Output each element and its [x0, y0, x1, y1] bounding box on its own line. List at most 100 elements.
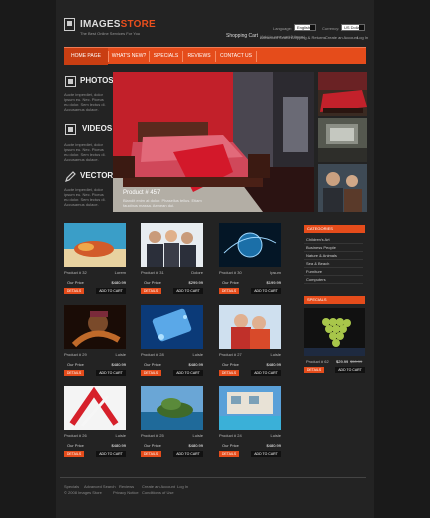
price-value: $480.99	[188, 443, 203, 448]
details-button[interactable]: DETAILS	[219, 451, 239, 457]
details-button[interactable]: DETAILS	[219, 288, 239, 294]
product-id[interactable]: Product # 31	[141, 270, 164, 275]
nav-home[interactable]: HOME PAGE	[64, 48, 108, 65]
thumbnail-bedroom[interactable]	[318, 72, 367, 116]
hero-product-title[interactable]: Product # 457	[123, 190, 160, 196]
footer-link-login[interactable]: Log In	[177, 484, 188, 489]
specials-product-id[interactable]: Product # 62	[306, 359, 329, 364]
details-button[interactable]: DETAILS	[64, 451, 84, 457]
product-image[interactable]	[141, 223, 203, 267]
logo-icon[interactable]	[64, 18, 75, 31]
add-to-cart-button[interactable]: ADD TO CART	[251, 451, 281, 457]
privacy-link[interactable]: Privacy Notice	[113, 490, 139, 495]
sidebar-text-videos: Aucte imperdiet, dolor ipsum eu. Nec. Pi…	[64, 142, 106, 162]
product-id[interactable]: Product # 29	[64, 352, 87, 357]
details-button[interactable]: DETAILS	[141, 370, 161, 376]
details-button[interactable]: DETAILS	[141, 451, 161, 457]
details-button[interactable]: DETAILS	[141, 288, 161, 294]
add-to-cart-button[interactable]: ADD TO CART	[251, 288, 281, 294]
cart-title[interactable]: Shopping Cart	[226, 33, 258, 39]
product-id[interactable]: Product # 25	[141, 433, 164, 438]
product-image[interactable]	[141, 386, 203, 430]
sidebar-title-photos[interactable]: PHOTOS	[80, 76, 114, 85]
thumbnail-office[interactable]	[318, 118, 367, 162]
footer-divider	[60, 477, 366, 478]
specials-add-to-cart-button[interactable]: ADD TO CART	[335, 367, 365, 373]
currency-select[interactable]: US Dollar	[341, 24, 365, 31]
product-image[interactable]	[64, 305, 126, 349]
language-select[interactable]: English	[294, 24, 316, 31]
advanced-search-link[interactable]: Advanced Search	[260, 35, 292, 40]
footer-link-create-account[interactable]: Create an Account	[142, 484, 175, 489]
page: IMAGESSTORE The Best Online Services For…	[0, 0, 430, 518]
product-id[interactable]: Product # 30	[219, 270, 242, 275]
add-to-cart-button[interactable]: ADD TO CART	[173, 288, 203, 294]
price-value: $480.99	[111, 362, 126, 367]
details-button[interactable]: DETAILS	[219, 370, 239, 376]
video-icon[interactable]	[65, 124, 76, 135]
category-item[interactable]: Business People	[304, 244, 363, 252]
add-to-cart-button[interactable]: ADD TO CART	[251, 370, 281, 376]
product-image[interactable]	[64, 223, 126, 267]
details-button[interactable]: DETAILS	[64, 370, 84, 376]
price-label: Our Price	[67, 280, 84, 285]
product-image[interactable]	[141, 305, 203, 349]
language-label: Language:	[273, 26, 292, 31]
category-list: Children's Art Business People Nature & …	[304, 236, 363, 284]
login-link[interactable]: Log In	[357, 35, 368, 40]
footer-link-advanced-search[interactable]: Advanced Search	[84, 484, 116, 489]
sidebar-title-vector[interactable]: VECTOR	[80, 171, 113, 180]
hero-banner[interactable]: Product # 457 Blandit enim at dolor. Pha…	[113, 72, 314, 212]
add-to-cart-button[interactable]: ADD TO CART	[96, 451, 126, 457]
product-image[interactable]	[219, 223, 281, 267]
sidebar-title-videos[interactable]: VIDEOS	[82, 124, 112, 133]
price-label: Our Price	[144, 280, 161, 285]
photo-icon[interactable]	[65, 76, 76, 87]
price-value: $480.99	[266, 443, 281, 448]
product-label: Lorem	[114, 270, 126, 275]
create-account-link[interactable]: Create an Account	[325, 35, 358, 40]
shipping-link[interactable]: Shipping & Returns	[291, 35, 325, 40]
product-id[interactable]: Product # 26	[64, 433, 87, 438]
product-image[interactable]	[219, 386, 281, 430]
pen-icon[interactable]	[64, 170, 76, 182]
product-label: Dolore	[191, 270, 203, 275]
specials-image[interactable]	[304, 308, 365, 356]
currency-label: Currency:	[322, 26, 340, 31]
product-image[interactable]	[64, 386, 126, 430]
add-to-cart-button[interactable]: ADD TO CART	[173, 370, 203, 376]
nav-contact[interactable]: CONTACT US	[216, 48, 256, 65]
category-item[interactable]: Sea & Beach	[304, 260, 363, 268]
add-to-cart-button[interactable]: ADD TO CART	[173, 451, 203, 457]
add-to-cart-button[interactable]: ADD TO CART	[96, 288, 126, 294]
nav-whats-new[interactable]: WHAT'S NEW?	[109, 48, 149, 65]
category-item[interactable]: Children's Art	[304, 236, 363, 244]
chevron-down-icon	[359, 25, 364, 30]
thumbnail-people[interactable]	[318, 164, 367, 212]
copyright: © 2008 Images Store	[64, 490, 102, 495]
sidebar-text-photos: Aucte imperdiet, dolor ipsum eu. Nec. Pi…	[64, 92, 106, 112]
nav-specials[interactable]: SPECIALS	[150, 48, 182, 65]
footer-link-reviews[interactable]: Reviews	[119, 484, 134, 489]
details-button[interactable]: DETAILS	[64, 288, 84, 294]
product-id[interactable]: Product # 32	[64, 270, 87, 275]
product-id[interactable]: Product # 24	[219, 433, 242, 438]
conditions-link[interactable]: Conditions of Use	[142, 490, 174, 495]
logo[interactable]: IMAGESSTORE	[80, 19, 156, 30]
product-image[interactable]	[219, 305, 281, 349]
price-label: Our Price	[222, 280, 239, 285]
add-to-cart-button[interactable]: ADD TO CART	[96, 370, 126, 376]
hero-caption: Blandit enim at dolor. Phasellus tellus.…	[123, 198, 202, 208]
nav-reviews[interactable]: REVIEWS	[183, 48, 215, 65]
category-item[interactable]: Computers	[304, 276, 363, 284]
price-value: $480.99	[266, 362, 281, 367]
category-item[interactable]: Nature & Animals	[304, 252, 363, 260]
category-item[interactable]: Furniture	[304, 268, 363, 276]
footer-link-specials[interactable]: Specials	[64, 484, 79, 489]
product-label: Luisle	[115, 433, 126, 438]
specials-details-button[interactable]: DETAILS	[304, 367, 324, 373]
price-label: Our Price	[144, 362, 161, 367]
product-id[interactable]: Product # 28	[141, 352, 164, 357]
price-label: Our Price	[67, 443, 84, 448]
product-id[interactable]: Product # 27	[219, 352, 242, 357]
